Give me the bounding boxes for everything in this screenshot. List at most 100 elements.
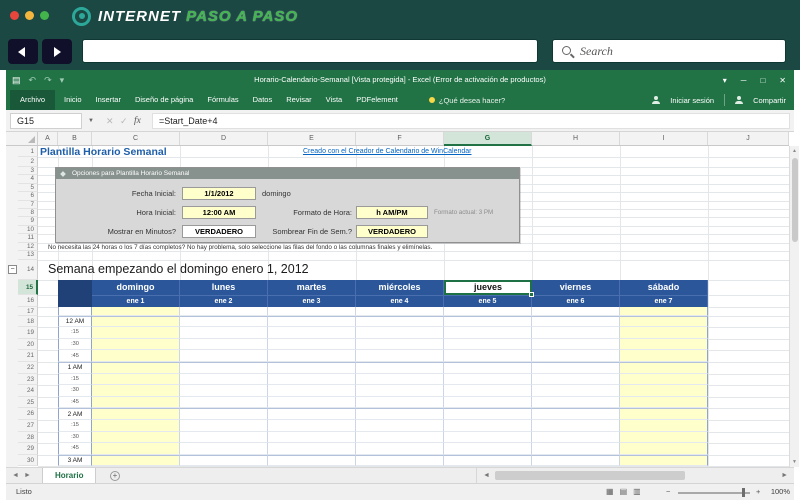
schedule-cell[interactable]: [356, 327, 444, 339]
date-header-ene-4[interactable]: ene 4: [356, 294, 444, 307]
column-header-C[interactable]: C: [92, 132, 180, 145]
ribbon-tab-pdfelement[interactable]: PDFelement: [349, 90, 405, 110]
restore-icon[interactable]: □: [760, 76, 765, 85]
window-dot-yellow[interactable]: [25, 11, 34, 20]
schedule-cell[interactable]: [92, 420, 180, 432]
date-header-ene-6[interactable]: ene 6: [532, 294, 620, 307]
window-dot-green[interactable]: [40, 11, 49, 20]
schedule-cell[interactable]: [620, 362, 708, 374]
sign-in-button[interactable]: Iniciar sesión: [670, 96, 714, 105]
ribbon-tab-vista[interactable]: Vista: [319, 90, 350, 110]
minimize-icon[interactable]: ─: [741, 76, 747, 85]
date-header-ene-7[interactable]: ene 7: [620, 294, 708, 307]
name-box[interactable]: G15: [10, 113, 82, 129]
schedule-cell[interactable]: [532, 315, 620, 328]
column-header-E[interactable]: E: [268, 132, 356, 145]
close-icon[interactable]: ✕: [779, 76, 786, 85]
ribbon-tab-revisar[interactable]: Revisar: [279, 90, 318, 110]
qat-customize-icon[interactable]: ▾: [60, 75, 65, 86]
forward-button[interactable]: [42, 39, 72, 64]
zoom-out-button[interactable]: −: [666, 484, 670, 500]
sheet-nav-right-icon[interactable]: ►: [24, 468, 31, 483]
confirm-entry-icon[interactable]: ✓: [120, 113, 128, 129]
window-dot-red[interactable]: [10, 11, 19, 20]
schedule-cell[interactable]: [180, 327, 268, 339]
schedule-cell[interactable]: [532, 338, 620, 351]
schedule-cell[interactable]: [180, 408, 268, 420]
schedule-cell[interactable]: [92, 362, 180, 374]
ribbon-tab-diseno[interactable]: Diseño de página: [128, 90, 200, 110]
share-button[interactable]: Compartir: [753, 96, 786, 105]
formula-input[interactable]: =Start_Date+4: [152, 113, 790, 129]
schedule-cell[interactable]: [180, 350, 268, 362]
schedule-cell[interactable]: [532, 385, 620, 397]
schedule-cell[interactable]: [620, 443, 708, 455]
schedule-cell[interactable]: [532, 396, 620, 409]
schedule-cell[interactable]: [444, 408, 532, 420]
back-button[interactable]: [8, 39, 38, 64]
address-bar[interactable]: [82, 39, 538, 63]
scroll-down-icon[interactable]: ▼: [790, 459, 799, 465]
schedule-cell[interactable]: [356, 350, 444, 362]
ribbon-tab-inicio[interactable]: Inicio: [57, 90, 89, 110]
schedule-cell[interactable]: [92, 338, 180, 351]
name-box-dropdown-icon[interactable]: ▼: [84, 113, 98, 129]
undo-icon[interactable]: ↶: [29, 75, 37, 86]
schedule-cell[interactable]: [180, 338, 268, 351]
schedule-cell[interactable]: [268, 396, 356, 409]
schedule-cell[interactable]: [180, 362, 268, 374]
schedule-cell[interactable]: [620, 315, 708, 328]
zoom-slider[interactable]: [678, 492, 750, 494]
schedule-cell[interactable]: [620, 327, 708, 339]
schedule-cell[interactable]: [620, 420, 708, 432]
schedule-cell[interactable]: [268, 420, 356, 432]
schedule-cell[interactable]: [444, 338, 532, 351]
sheet-tab-horario[interactable]: Horario: [42, 468, 97, 483]
schedule-cell[interactable]: [444, 454, 532, 467]
schedule-cell[interactable]: [92, 431, 180, 444]
schedule-cell[interactable]: [356, 338, 444, 351]
date-header-ene-2[interactable]: ene 2: [180, 294, 268, 307]
schedule-cell[interactable]: [532, 454, 620, 467]
normal-view-icon[interactable]: ▦: [606, 484, 614, 500]
schedule-cell[interactable]: [92, 408, 180, 420]
schedule-cell[interactable]: [356, 408, 444, 420]
column-header-F[interactable]: F: [356, 132, 444, 145]
schedule-cell[interactable]: [444, 431, 532, 444]
schedule-cell[interactable]: [92, 373, 180, 386]
ribbon-tab-insertar[interactable]: Insertar: [89, 90, 128, 110]
new-sheet-button[interactable]: +: [110, 470, 120, 481]
schedule-cell[interactable]: [356, 431, 444, 444]
schedule-cell[interactable]: [92, 454, 180, 467]
schedule-cell[interactable]: [180, 373, 268, 386]
ribbon-tab-formulas[interactable]: Fórmulas: [200, 90, 245, 110]
schedule-cell[interactable]: [268, 431, 356, 444]
schedule-cell[interactable]: [268, 454, 356, 467]
page-layout-view-icon[interactable]: ▤: [620, 484, 628, 500]
schedule-cell[interactable]: [620, 431, 708, 444]
schedule-cell[interactable]: [268, 315, 356, 328]
schedule-cell[interactable]: [268, 385, 356, 397]
schedule-cell[interactable]: [532, 408, 620, 420]
schedule-cell[interactable]: [180, 454, 268, 467]
schedule-cell[interactable]: [92, 327, 180, 339]
schedule-cell[interactable]: [356, 306, 444, 316]
schedule-cell[interactable]: [444, 420, 532, 432]
schedule-cell[interactable]: [356, 315, 444, 328]
schedule-cell[interactable]: [444, 350, 532, 362]
vertical-scroll-thumb[interactable]: [791, 158, 798, 242]
schedule-cell[interactable]: [180, 431, 268, 444]
scroll-left-icon[interactable]: ◄: [483, 468, 490, 483]
day-header-domingo[interactable]: domingo: [92, 279, 180, 295]
schedule-cell[interactable]: [268, 443, 356, 455]
schedule-cell[interactable]: [532, 431, 620, 444]
selection-fill-handle[interactable]: [529, 291, 534, 297]
day-header-jueves[interactable]: jueves: [444, 279, 532, 295]
redo-icon[interactable]: ↷: [44, 75, 52, 86]
zoom-in-button[interactable]: +: [756, 484, 760, 500]
column-header-G[interactable]: G: [444, 132, 532, 146]
schedule-cell[interactable]: [532, 350, 620, 362]
schedule-cell[interactable]: [356, 420, 444, 432]
tell-me-box[interactable]: ¿Qué desea hacer?: [428, 96, 505, 105]
schedule-cell[interactable]: [356, 454, 444, 467]
